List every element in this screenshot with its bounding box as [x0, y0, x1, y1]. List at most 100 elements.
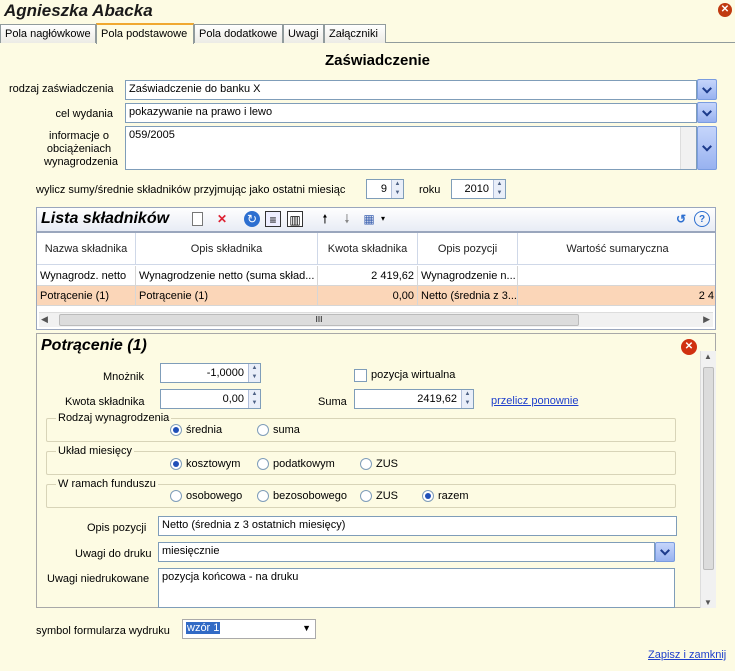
info-label: informacje o obciążeniach wynagrodzenia [44, 130, 118, 168]
radio-zus-fundusz[interactable] [360, 490, 372, 502]
tab-pola-naglowkowe[interactable]: Pola nagłówkowe [0, 24, 96, 43]
spin-down-icon[interactable]: ▼ [461, 399, 473, 408]
radio-label: ZUS [376, 490, 398, 502]
scroll-down-icon[interactable]: ▼ [704, 598, 712, 607]
radio-label: razem [438, 490, 469, 502]
cel-field[interactable]: pokazywanie na prawo i lewo [125, 103, 697, 123]
tab-pola-dodatkowe[interactable]: Pola dodatkowe [194, 24, 283, 43]
column-header[interactable]: Opis pozycji [418, 233, 518, 265]
uwagi-nie-field[interactable]: pozycja końcowa - na druku [158, 568, 675, 608]
mnoznik-label: Mnożnik [103, 371, 144, 383]
spin-down-icon[interactable]: ▼ [248, 373, 260, 382]
opis-field[interactable]: Netto (średnia z 3 ostatnich miesięcy) [158, 516, 677, 536]
rodzaj-field[interactable]: Zaświadczenie do banku X [125, 80, 697, 100]
detail-title: Potrącenie (1) [41, 337, 147, 354]
uwagi-druk-field[interactable]: miesięcznie [158, 542, 655, 562]
refresh-arrow-icon[interactable]: ↻ [244, 211, 260, 227]
wirtualna-checkbox[interactable] [354, 369, 367, 382]
reload-icon[interactable]: ↺ [673, 211, 689, 227]
arrow-up-icon[interactable]: 🠕 [317, 211, 333, 227]
uwagi-nie-label: Uwagi niedrukowane [47, 573, 150, 585]
table-row[interactable]: Wynagrodz. netto Wynagrodzenie netto (su… [37, 266, 715, 286]
scroll-right-icon[interactable]: ▶ [703, 314, 710, 325]
przelicz-link[interactable]: przelicz ponownie [491, 395, 578, 407]
column-header[interactable]: Opis składnika [136, 233, 318, 265]
rodzaj-dropdown-button[interactable] [697, 79, 717, 100]
table-cell: 0,00 [318, 286, 418, 306]
wylicz-label: wylicz sumy/średnie składników przyjmują… [36, 184, 346, 196]
tab-uwagi[interactable]: Uwagi [283, 24, 324, 43]
scroll-up-icon[interactable]: ▲ [704, 352, 712, 361]
spin-up-icon[interactable]: ▲ [493, 180, 505, 189]
components-table: Nazwa składnika Opis składnika Kwota skł… [36, 232, 716, 330]
radio-podatkowym[interactable] [257, 458, 269, 470]
help-icon[interactable]: ? [694, 211, 710, 227]
spin-down-icon[interactable]: ▼ [248, 399, 260, 408]
radio-suma[interactable] [257, 424, 269, 436]
chevron-down-icon [702, 141, 712, 152]
table-cell: 2 419,62 [318, 266, 418, 286]
table-row-selected[interactable]: Potrącenie (1) Potrącenie (1) 0,00 Netto… [37, 286, 715, 306]
radio-razem[interactable] [422, 490, 434, 502]
radio-zus[interactable] [360, 458, 372, 470]
info-field[interactable]: 059/2005 [125, 126, 697, 170]
spin-down-icon[interactable]: ▼ [391, 189, 403, 198]
month-stepper[interactable]: 9 ▲ ▼ [366, 179, 404, 199]
fundusz-label: W ramach funduszu [56, 478, 158, 490]
info-dropdown-button[interactable] [697, 126, 717, 170]
spin-up-icon[interactable]: ▲ [248, 364, 260, 373]
scroll-thumb[interactable]: III [59, 314, 579, 326]
radio-bezosobowego[interactable] [257, 490, 269, 502]
tab-zalaczniki[interactable]: Załączniki [324, 24, 386, 43]
rodzaj-label: rodzaj zaświadczenia [9, 83, 114, 95]
roku-label: roku [419, 184, 441, 196]
delete-icon[interactable]: ✕ [214, 211, 230, 227]
horizontal-scrollbar[interactable]: ◀ III ▶ [39, 312, 713, 327]
spin-up-icon[interactable]: ▲ [461, 390, 473, 399]
info-scrollbar[interactable] [680, 127, 696, 169]
radio-osobowego[interactable] [170, 490, 182, 502]
column-header[interactable]: Kwota składnika [318, 233, 418, 265]
radio-label: suma [273, 424, 300, 436]
column-header[interactable]: Nazwa składnika [37, 233, 136, 265]
kwota-stepper[interactable]: 0,00 ▲ ▼ [160, 389, 261, 409]
column-header[interactable]: Wartość sumaryczna [518, 233, 715, 265]
mnoznik-stepper[interactable]: -1,0000 ▲ ▼ [160, 363, 261, 383]
remove-icon[interactable]: ✕ [681, 339, 697, 355]
close-icon[interactable]: ✕ [718, 3, 732, 17]
detail-scrollbar[interactable]: ▲ ▼ [700, 351, 716, 608]
spin-down-icon[interactable]: ▼ [493, 189, 505, 198]
radio-label: kosztowym [186, 458, 241, 470]
radio-kosztowym[interactable] [170, 458, 182, 470]
scroll-left-icon[interactable]: ◀ [41, 314, 48, 325]
suma-stepper[interactable]: 2419,62 ▲ ▼ [354, 389, 474, 409]
spin-up-icon[interactable]: ▲ [248, 390, 260, 399]
year-stepper[interactable]: 2010 ▲ ▼ [451, 179, 506, 199]
caret-down-icon[interactable]: ▾ [375, 211, 391, 227]
uwagi-druk-dropdown-button[interactable] [655, 542, 675, 562]
columns-icon[interactable]: ▥ [287, 211, 303, 227]
spin-up-icon[interactable]: ▲ [391, 180, 403, 189]
rodzaj-wyn-label: Rodzaj wynagrodzenia [56, 412, 172, 424]
suma-label: Suma [318, 396, 347, 408]
table-cell: Potrącenie (1) [37, 286, 136, 306]
radio-srednia[interactable] [170, 424, 182, 436]
edit-form-icon[interactable]: ≡ [265, 211, 281, 227]
opis-label: Opis pozycji [87, 522, 147, 534]
new-document-icon[interactable] [192, 212, 203, 226]
tab-pola-podstawowe[interactable]: Pola podstawowe [96, 23, 194, 44]
list-toolbar: Lista składników ✕ ↻ ≡ ▥ 🠕 🠗 ▦ ▾ ↺ ? [36, 207, 716, 232]
table-cell: Netto (średnia z 3... [418, 286, 518, 306]
symbol-select[interactable]: wzór 1 ▼ [182, 619, 316, 639]
kwota-label: Kwota składnika [65, 396, 145, 408]
uklad-label: Układ miesięcy [56, 445, 134, 457]
scroll-thumb[interactable] [703, 367, 714, 570]
caret-down-icon[interactable]: ▼ [302, 623, 311, 633]
save-close-link[interactable]: Zapisz i zamknij [648, 649, 726, 661]
radio-label: średnia [186, 424, 223, 436]
table-cell: Wynagrodz. netto [37, 266, 136, 286]
radio-label: osobowego [186, 490, 243, 502]
arrow-down-icon[interactable]: 🠗 [339, 211, 355, 227]
year-value: 2010 [464, 183, 489, 195]
cel-dropdown-button[interactable] [697, 102, 717, 123]
